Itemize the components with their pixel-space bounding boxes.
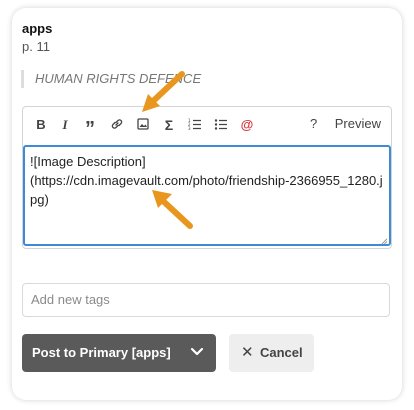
italic-button[interactable]: I xyxy=(59,117,71,133)
preview-button[interactable]: Preview xyxy=(335,116,381,131)
quote-button[interactable]: ” xyxy=(83,117,97,140)
markdown-editor: B I ” Σ 123 @ ? Preview ![Image Descript… xyxy=(22,106,392,249)
cancel-button[interactable]: ✕ Cancel xyxy=(229,334,314,372)
link-icon[interactable] xyxy=(110,117,124,133)
page-reference: p. 11 xyxy=(22,39,50,54)
image-icon[interactable] xyxy=(136,117,150,133)
post-textarea[interactable]: ![Image Description] (https://cdn.imagev… xyxy=(23,145,391,246)
ordered-list-icon[interactable]: 123 xyxy=(188,117,202,133)
post-button[interactable]: Post to Primary [apps] xyxy=(22,334,216,372)
chevron-down-icon[interactable] xyxy=(190,347,204,357)
bold-button[interactable]: B xyxy=(35,117,47,133)
post-button-label: Post to Primary [apps] xyxy=(32,345,171,360)
post-card: apps p. 11 HUMAN RIGHTS DEFENCE B I ” Σ … xyxy=(12,8,402,400)
bullet-list-icon[interactable] xyxy=(214,117,228,133)
group-title[interactable]: apps xyxy=(22,21,52,36)
editor-toolbar: B I ” Σ 123 @ ? Preview xyxy=(23,107,391,143)
quoted-text: HUMAN RIGHTS DEFENCE xyxy=(21,70,201,88)
svg-text:3: 3 xyxy=(188,126,191,131)
tags-input[interactable]: Add new tags xyxy=(22,283,390,317)
formula-button[interactable]: Σ xyxy=(162,117,176,133)
mention-button[interactable]: @ xyxy=(240,117,254,133)
close-icon: ✕ xyxy=(241,344,254,361)
resize-handle-icon[interactable] xyxy=(381,238,387,244)
help-button[interactable]: ? xyxy=(310,116,317,131)
cancel-button-label: Cancel xyxy=(260,345,303,360)
